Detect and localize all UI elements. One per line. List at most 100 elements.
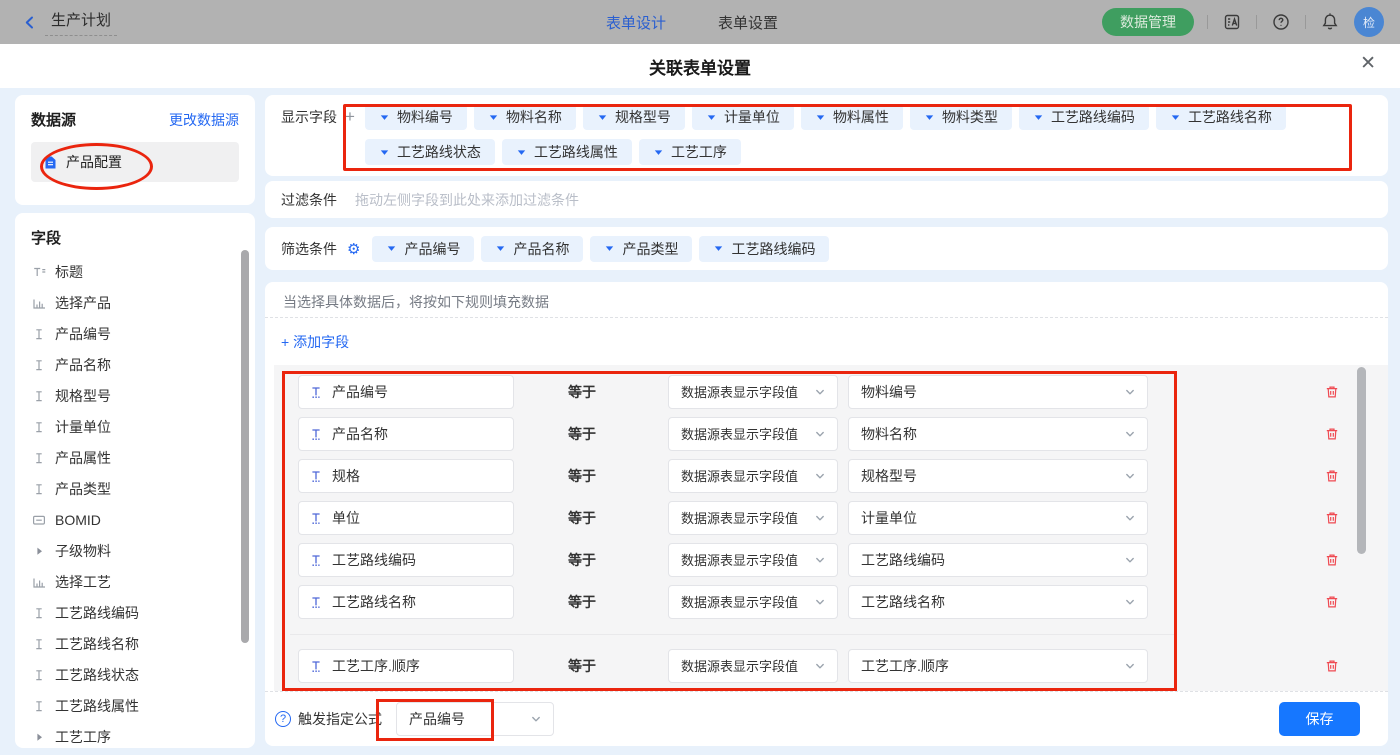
field-tag[interactable]: 计量单位 bbox=[692, 104, 794, 130]
rule-field-box[interactable]: 产品编号 bbox=[298, 375, 514, 409]
caret-down-icon[interactable] bbox=[379, 112, 390, 123]
caret-down-icon[interactable] bbox=[488, 112, 499, 123]
rule-field-box[interactable]: 规格 bbox=[298, 459, 514, 493]
field-tag[interactable]: 物料类型 bbox=[910, 104, 1012, 130]
rule-source-select[interactable]: 数据源表显示字段值 bbox=[668, 585, 838, 619]
field-item[interactable]: 选择工艺 bbox=[31, 566, 255, 597]
field-tag[interactable]: 工艺路线属性 bbox=[502, 139, 632, 165]
rule-value-select[interactable]: 物料名称 bbox=[848, 417, 1148, 451]
rule-value-select[interactable]: 工艺工序.顺序 bbox=[848, 649, 1148, 683]
field-tag[interactable]: 工艺路线编码 bbox=[699, 236, 829, 262]
tag-label: 物料属性 bbox=[833, 107, 889, 127]
field-tag[interactable]: 物料属性 bbox=[801, 104, 903, 130]
translate-icon[interactable] bbox=[1221, 11, 1243, 33]
delete-row-trash-icon[interactable] bbox=[1324, 658, 1340, 674]
field-item[interactable]: 工艺路线名称 bbox=[31, 628, 255, 659]
field-item[interactable]: 工艺路线状态 bbox=[31, 659, 255, 690]
caret-down-icon[interactable] bbox=[1033, 112, 1044, 123]
sidebar-scrollbar[interactable] bbox=[241, 250, 249, 643]
help-icon[interactable]: ? bbox=[275, 711, 291, 727]
field-item[interactable]: BOMID bbox=[31, 504, 255, 535]
rule-source-select[interactable]: 数据源表显示字段值 bbox=[668, 649, 838, 683]
rule-field-box[interactable]: 单位 bbox=[298, 501, 514, 535]
delete-row-trash-icon[interactable] bbox=[1324, 510, 1340, 526]
close-icon[interactable]: ✕ bbox=[1360, 54, 1376, 73]
caret-down-icon[interactable] bbox=[516, 147, 527, 158]
rule-field-box[interactable]: 产品名称 bbox=[298, 417, 514, 451]
tag-label: 工艺工序 bbox=[671, 142, 727, 162]
caret-down-icon[interactable] bbox=[379, 147, 390, 158]
delete-row-trash-icon[interactable] bbox=[1324, 552, 1340, 568]
tab-form-design[interactable]: 表单设计 bbox=[606, 12, 666, 33]
text-field-icon bbox=[309, 511, 323, 525]
caret-down-icon[interactable] bbox=[386, 243, 397, 254]
tab-form-settings[interactable]: 表单设置 bbox=[718, 12, 778, 33]
data-manage-button[interactable]: 数据管理 bbox=[1102, 8, 1194, 36]
field-item[interactable]: 选择产品 bbox=[31, 287, 255, 318]
field-tag[interactable]: 产品编号 bbox=[372, 236, 474, 262]
delete-row-trash-icon[interactable] bbox=[1324, 594, 1340, 610]
rule-field-box[interactable]: 工艺路线名称 bbox=[298, 585, 514, 619]
rules-scrollbar[interactable] bbox=[1357, 367, 1366, 554]
field-item[interactable]: 规格型号 bbox=[31, 380, 255, 411]
trigger-formula-select[interactable]: 产品编号 bbox=[396, 702, 554, 736]
filter-dropzone-placeholder[interactable]: 拖动左侧字段到此处来添加过滤条件 bbox=[355, 190, 579, 210]
rule-source-select[interactable]: 数据源表显示字段值 bbox=[668, 417, 838, 451]
caret-down-icon[interactable] bbox=[706, 112, 717, 123]
rule-field-box[interactable]: 工艺工序.顺序 bbox=[298, 649, 514, 683]
field-item[interactable]: 工艺路线属性 bbox=[31, 690, 255, 721]
rule-value-select[interactable]: 计量单位 bbox=[848, 501, 1148, 535]
gear-icon[interactable]: ⚙ bbox=[347, 240, 360, 258]
field-item[interactable]: 工艺路线编码 bbox=[31, 597, 255, 628]
delete-row-trash-icon[interactable] bbox=[1324, 468, 1340, 484]
rule-value-select[interactable]: 物料编号 bbox=[848, 375, 1148, 409]
delete-row-trash-icon[interactable] bbox=[1324, 426, 1340, 442]
rule-row: 产品编号等于数据源表显示字段值物料编号 bbox=[298, 375, 1388, 409]
rule-source-select[interactable]: 数据源表显示字段值 bbox=[668, 375, 838, 409]
rule-value-select[interactable]: 规格型号 bbox=[848, 459, 1148, 493]
field-item[interactable]: 产品名称 bbox=[31, 349, 255, 380]
field-tag[interactable]: 工艺路线名称 bbox=[1156, 104, 1286, 130]
caret-down-icon[interactable] bbox=[1170, 112, 1181, 123]
rule-value-select[interactable]: 工艺路线编码 bbox=[848, 543, 1148, 577]
caret-down-icon[interactable] bbox=[604, 243, 615, 254]
notification-bell-icon[interactable] bbox=[1319, 11, 1341, 33]
field-tag[interactable]: 规格型号 bbox=[583, 104, 685, 130]
field-item[interactable]: 产品属性 bbox=[31, 442, 255, 473]
field-item[interactable]: 工艺工序 bbox=[31, 721, 255, 748]
field-tag[interactable]: 产品名称 bbox=[481, 236, 583, 262]
avatar[interactable]: 检 bbox=[1354, 7, 1384, 37]
add-field-button[interactable]: + 添加字段 bbox=[265, 318, 1388, 365]
caret-down-icon[interactable] bbox=[713, 243, 724, 254]
caret-down-icon[interactable] bbox=[815, 112, 826, 123]
rule-source-select[interactable]: 数据源表显示字段值 bbox=[668, 459, 838, 493]
field-item[interactable]: 子级物料 bbox=[31, 535, 255, 566]
rule-value-select[interactable]: 工艺路线名称 bbox=[848, 585, 1148, 619]
field-item[interactable]: 计量单位 bbox=[31, 411, 255, 442]
rule-source-select[interactable]: 数据源表显示字段值 bbox=[668, 543, 838, 577]
caret-down-icon[interactable] bbox=[495, 243, 506, 254]
back-label[interactable]: 生产计划 bbox=[45, 8, 117, 36]
datasource-item[interactable]: 产品配置 bbox=[31, 142, 239, 182]
change-datasource-link[interactable]: 更改数据源 bbox=[169, 110, 239, 130]
field-tag[interactable]: 物料名称 bbox=[474, 104, 576, 130]
help-icon[interactable] bbox=[1270, 11, 1292, 33]
field-item[interactable]: 产品类型 bbox=[31, 473, 255, 504]
caret-down-icon[interactable] bbox=[597, 112, 608, 123]
text-icon bbox=[31, 699, 47, 713]
add-display-field-button[interactable]: + bbox=[345, 104, 355, 130]
field-tag[interactable]: 物料编号 bbox=[365, 104, 467, 130]
field-tag[interactable]: 工艺路线编码 bbox=[1019, 104, 1149, 130]
field-tag[interactable]: 产品类型 bbox=[590, 236, 692, 262]
caret-down-icon[interactable] bbox=[653, 147, 664, 158]
field-item[interactable]: 标题 bbox=[31, 256, 255, 287]
field-tag[interactable]: 工艺路线状态 bbox=[365, 139, 495, 165]
save-button[interactable]: 保存 bbox=[1279, 702, 1360, 736]
field-tag[interactable]: 工艺工序 bbox=[639, 139, 741, 165]
back-button[interactable]: 生产计划 bbox=[22, 8, 117, 36]
delete-row-trash-icon[interactable] bbox=[1324, 384, 1340, 400]
field-item[interactable]: 产品编号 bbox=[31, 318, 255, 349]
rule-field-box[interactable]: 工艺路线编码 bbox=[298, 543, 514, 577]
rule-source-select[interactable]: 数据源表显示字段值 bbox=[668, 501, 838, 535]
caret-down-icon[interactable] bbox=[924, 112, 935, 123]
